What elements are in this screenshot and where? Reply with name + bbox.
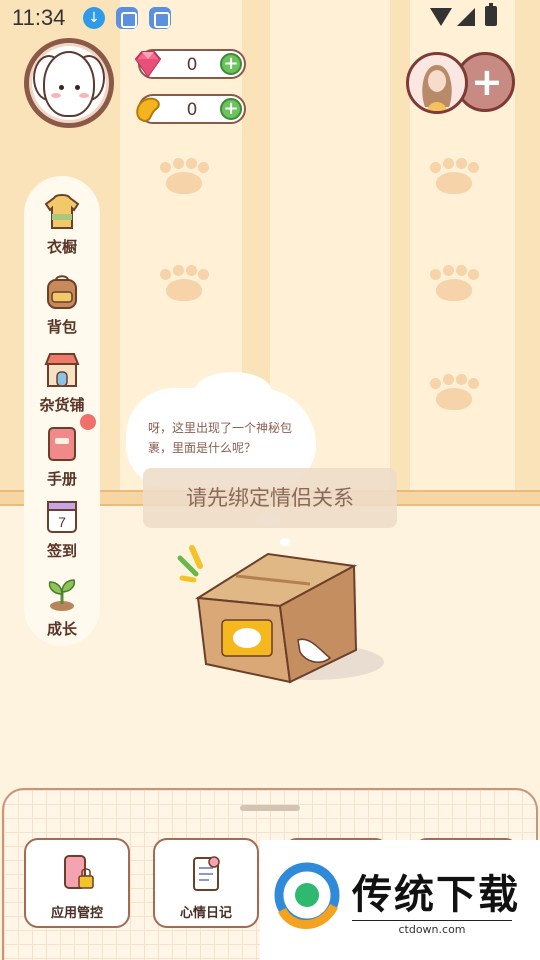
wifi-icon xyxy=(430,8,452,26)
card-label: 心情日记 xyxy=(179,906,232,921)
app-control-button[interactable]: 应用管控 xyxy=(24,838,130,928)
battery-icon xyxy=(485,3,497,26)
handbook-icon xyxy=(48,427,76,461)
app-icon xyxy=(149,7,171,29)
menu-label: 签到 xyxy=(46,542,77,560)
partner-avatar[interactable] xyxy=(406,52,468,114)
backpack-icon xyxy=(47,275,77,309)
mystery-box[interactable] xyxy=(170,540,390,700)
shop-icon xyxy=(44,353,80,387)
bubble-text: 呀，这里出现了一个神秘包裹，里面是什么呢？ xyxy=(148,421,293,455)
bean-icon xyxy=(136,97,160,123)
app-icon xyxy=(116,7,138,29)
add-beans-button[interactable]: + xyxy=(220,98,242,120)
paw-print-icon xyxy=(158,158,210,198)
card-label: 应用管控 xyxy=(50,906,103,921)
notification-badge xyxy=(80,414,96,430)
menu-label: 杂货铺 xyxy=(39,396,85,414)
user-avatar[interactable] xyxy=(24,38,114,128)
partner-avatar-icon xyxy=(422,65,452,111)
sprout-icon xyxy=(48,579,76,611)
plus-icon: + xyxy=(471,60,503,104)
paw-print-icon xyxy=(158,265,210,305)
menu-item-handbook[interactable]: 手册 xyxy=(24,424,100,490)
add-gems-button[interactable]: + xyxy=(220,53,242,75)
phone-lock-icon xyxy=(64,855,94,889)
bean-count: 0 xyxy=(186,100,198,120)
gem-count: 0 xyxy=(186,55,198,75)
panel-drag-handle[interactable] xyxy=(240,805,300,811)
menu-label: 手册 xyxy=(46,470,77,488)
menu-item-backpack[interactable]: 背包 xyxy=(24,272,100,338)
menu-label: 成长 xyxy=(46,620,77,638)
paw-print-icon xyxy=(428,265,480,305)
download-icon: ↓ xyxy=(83,7,105,29)
toast-message: 请先绑定情侣关系 xyxy=(143,468,397,528)
gem-icon xyxy=(134,51,162,78)
side-menu: 衣橱 背包 杂货铺 手册 7 签到 成长 xyxy=(24,176,100,646)
status-time: 11:34 xyxy=(12,5,66,30)
wardrobe-icon xyxy=(44,194,80,229)
diary-icon xyxy=(193,856,220,891)
paw-print-icon xyxy=(428,158,480,198)
watermark: 传统下载 ctdown.com xyxy=(260,840,540,960)
calendar-day: 7 xyxy=(58,514,66,530)
watermark-brand: 传统下载 xyxy=(352,872,520,918)
watermark-logo xyxy=(274,862,340,929)
watermark-url: ctdown.com xyxy=(352,920,512,936)
paw-print-icon xyxy=(428,374,480,414)
signal-icon xyxy=(457,8,475,26)
menu-item-growth[interactable]: 成长 xyxy=(24,574,100,640)
menu-label: 背包 xyxy=(46,318,77,336)
menu-item-wardrobe[interactable]: 衣橱 xyxy=(24,192,100,258)
mood-diary-button[interactable]: 心情日记 xyxy=(153,838,259,928)
status-bar: 11:34 ↓ xyxy=(0,0,540,36)
menu-item-shop[interactable]: 杂货铺 xyxy=(24,350,100,416)
calendar-icon: 7 xyxy=(47,501,77,533)
menu-item-checkin[interactable]: 7 签到 xyxy=(24,496,100,562)
menu-label: 衣橱 xyxy=(46,238,77,256)
